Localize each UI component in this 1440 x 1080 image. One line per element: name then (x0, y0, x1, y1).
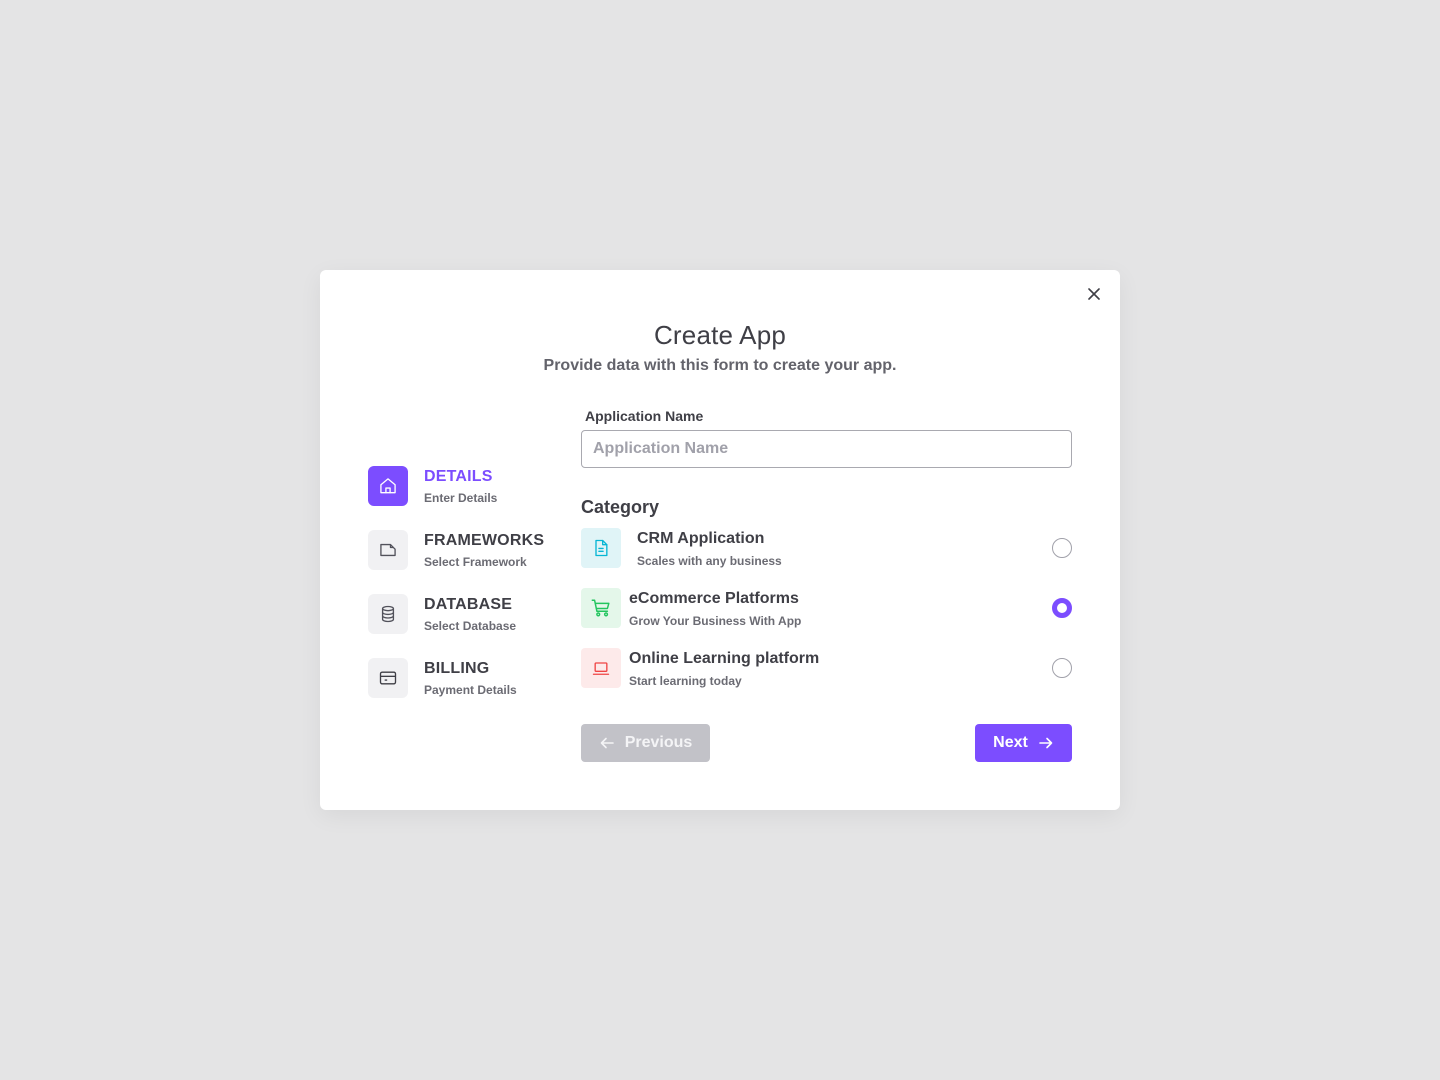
step-database[interactable]: DATABASE Select Database (368, 594, 568, 658)
previous-button-label: Previous (624, 734, 693, 751)
database-icon (368, 594, 408, 634)
modal-title: Create App (653, 320, 787, 350)
close-button[interactable] (1084, 284, 1104, 304)
step-subtitle: Enter Details (424, 491, 498, 505)
category-radio-ecommerce[interactable] (1052, 598, 1072, 618)
laptop-icon (581, 648, 621, 688)
step-title: BILLING (424, 660, 490, 677)
next-button-label: Next (993, 734, 1028, 751)
arrow-left-icon (600, 737, 614, 749)
previous-button[interactable]: Previous (581, 724, 710, 762)
category-subtitle-text: Start learning today (629, 674, 742, 688)
category-subtitle-text: Grow Your Business With App (629, 614, 802, 628)
category-title-text: CRM Application (637, 530, 765, 547)
stepper: DETAILS Enter Details FRAMEWORKS Select … (368, 466, 568, 722)
app-name-input[interactable] (581, 430, 1072, 468)
step-frameworks[interactable]: FRAMEWORKS Select Framework (368, 530, 568, 594)
step-subtitle: Select Database (424, 619, 517, 633)
credit-card-icon (368, 658, 408, 698)
home-icon (368, 466, 408, 506)
create-app-modal: Create App Provide data with this form t… (320, 270, 1120, 810)
close-icon (1088, 288, 1100, 300)
category-options: CRM Application Scales with any business… (581, 528, 1072, 708)
modal-subtitle: Provide data with this form to create yo… (543, 357, 897, 374)
category-subtitle-text: Scales with any business (637, 554, 782, 568)
app-name-label: Application Name (585, 408, 704, 424)
details-form: Application Name Category CRM Applicatio… (581, 408, 1072, 708)
category-radio-crm[interactable] (1052, 538, 1072, 558)
next-button[interactable]: Next (975, 724, 1072, 762)
document-icon (581, 528, 621, 568)
step-title: DATABASE (424, 596, 513, 613)
category-option-ecommerce[interactable]: eCommerce Platforms Grow Your Business W… (581, 588, 1072, 648)
shopping-cart-icon (581, 588, 621, 628)
category-radio-learning[interactable] (1052, 658, 1072, 678)
step-title: DETAILS (424, 468, 493, 485)
step-subtitle: Payment Details (424, 683, 517, 697)
category-option-learning[interactable]: Online Learning platform Start learning … (581, 648, 1072, 708)
category-title-text: Online Learning platform (629, 650, 820, 667)
step-title: FRAMEWORKS (424, 532, 545, 549)
step-subtitle: Select Framework (424, 555, 527, 569)
folder-icon (368, 530, 408, 570)
arrow-right-icon (1039, 737, 1053, 749)
category-title-text: eCommerce Platforms (629, 590, 799, 607)
step-billing[interactable]: BILLING Payment Details (368, 658, 568, 722)
category-option-crm[interactable]: CRM Application Scales with any business (581, 528, 1072, 588)
category-title: Category (581, 497, 660, 517)
step-details[interactable]: DETAILS Enter Details (368, 466, 568, 530)
